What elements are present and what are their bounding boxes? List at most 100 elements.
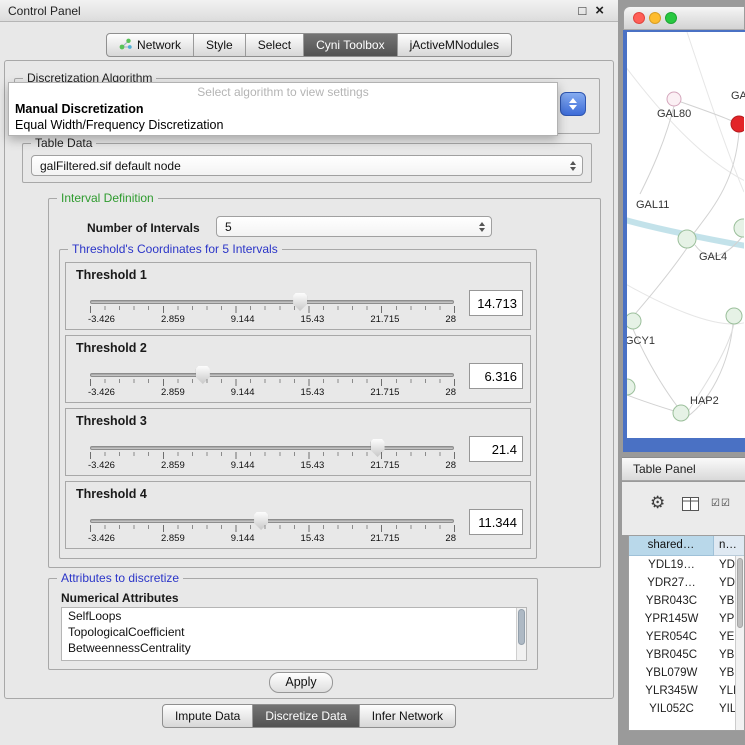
table-row[interactable]: YBR043CYBR0 [629, 592, 744, 610]
network-edges [627, 32, 744, 421]
tab-network[interactable]: Network [107, 34, 194, 56]
slider-track[interactable] [90, 373, 454, 377]
table-row[interactable]: YLR345WYLR3 [629, 682, 744, 700]
table-row[interactable]: YBL079WYBL0 [629, 664, 744, 682]
network-node-red[interactable] [731, 116, 744, 132]
stepper-down-icon [569, 105, 577, 110]
algorithm-dropdown-popup: Select algorithm to view settings Manual… [8, 82, 558, 136]
tab-discretize-data[interactable]: Discretize Data [253, 705, 359, 727]
combo-stepper-icon [570, 161, 576, 171]
attribute-item-topologicalcoefficient[interactable]: TopologicalCoefficient [62, 624, 526, 640]
column-header-shared-name[interactable]: shared… [629, 536, 714, 556]
slider-track[interactable] [90, 519, 454, 523]
table-data-group: Table Data galFiltered.sif default node [22, 143, 592, 183]
apply-button[interactable]: Apply [269, 672, 333, 693]
slider-track[interactable] [90, 300, 454, 304]
tab-style[interactable]: Style [194, 34, 246, 56]
threshold-value-field[interactable]: 6.316 [469, 363, 523, 389]
cell-shared-name[interactable]: YDR27… [629, 574, 714, 592]
tick-label: 21.715 [370, 387, 399, 398]
mac-close-button[interactable] [633, 12, 645, 24]
network-canvas[interactable]: GAL80 GA GAL11 GAL4 GCY1 HAP2 [627, 32, 745, 438]
slider-tick-labels: -3.4262.8599.14415.4321.71528 [88, 460, 456, 471]
cell-shared-name[interactable]: YER054C [629, 628, 714, 646]
threshold-label: Threshold 1 [76, 268, 147, 282]
tab-label: Infer Network [372, 709, 443, 723]
cell-shared-name[interactable]: YBR043C [629, 592, 714, 610]
tab-label: Discretize Data [265, 709, 346, 723]
attribute-item-betweennesscentrality[interactable]: BetweennessCentrality [62, 640, 526, 656]
tick-label: -3.426 [88, 387, 115, 398]
table-row[interactable]: YDR27…YDR2 [629, 574, 744, 592]
list-scrollbar-thumb[interactable] [518, 609, 525, 645]
list-scrollbar[interactable] [516, 608, 526, 660]
table-row[interactable]: YBR045CYBR0 [629, 646, 744, 664]
network-node[interactable] [627, 379, 635, 395]
table-row[interactable]: YER054CYER0 [629, 628, 744, 646]
table-scrollbar-thumb[interactable] [737, 558, 743, 628]
tab-label: jActiveMNodules [410, 38, 499, 52]
cell-shared-name[interactable]: YBR045C [629, 646, 714, 664]
cell-shared-name[interactable]: YDL19… [629, 556, 714, 574]
control-panel-titlebar: Control Panel □ × [0, 0, 618, 22]
table-data-combobox[interactable]: galFiltered.sif default node [31, 155, 583, 176]
tick-label: 2.859 [161, 314, 185, 325]
tab-cyni-toolbox[interactable]: Cyni Toolbox [304, 34, 397, 56]
gear-icon[interactable]: ⚙ [650, 494, 665, 511]
network-node[interactable] [667, 92, 681, 106]
threshold-value-field[interactable]: 21.4 [469, 436, 523, 462]
attributes-group-label: Attributes to discretize [57, 571, 183, 585]
table-data-label: Table Data [31, 136, 96, 150]
numerical-attributes-list[interactable]: SelfLoopsTopologicalCoefficientBetweenne… [61, 607, 527, 661]
tab-jactivemnodules[interactable]: jActiveMNodules [398, 34, 511, 56]
cell-shared-name[interactable]: YPR145W [629, 610, 714, 628]
threshold-panel-3: Threshold 3-3.4262.8599.14415.4321.71528… [65, 408, 531, 476]
slider-tick-labels: -3.4262.8599.14415.4321.71528 [88, 533, 456, 544]
network-node[interactable] [726, 308, 742, 324]
table-panel-title: Table Panel [633, 462, 696, 476]
attribute-item-selfloops[interactable]: SelfLoops [62, 608, 526, 624]
algorithm-combo-stepper[interactable] [560, 92, 586, 116]
network-window: GAL80 GA GAL11 GAL4 GCY1 HAP2 [623, 6, 745, 452]
network-node[interactable] [678, 230, 696, 248]
table-scrollbar[interactable] [735, 556, 744, 730]
network-icon [119, 38, 132, 53]
number-of-intervals-combobox[interactable]: 5 [216, 216, 492, 237]
bottom-tabs-segment: Impute Data Discretize Data Infer Network [162, 704, 456, 728]
slider-major-ticks [90, 379, 455, 386]
dropdown-option-manual-discretization[interactable]: Manual Discretization [9, 101, 557, 117]
table-row[interactable]: YDL19…YDL1 [629, 556, 744, 574]
mac-minimize-button[interactable] [649, 12, 661, 24]
table-row[interactable]: YPR145WYPR1 [629, 610, 744, 628]
tab-infer-network[interactable]: Infer Network [360, 705, 455, 727]
checkboxes-icon[interactable]: ☑☑ [711, 498, 731, 509]
columns-icon[interactable] [682, 497, 699, 514]
node-label-gcy1: GCY1 [627, 335, 655, 347]
network-window-titlebar[interactable] [623, 6, 745, 30]
threshold-value-field[interactable]: 14.713 [469, 290, 523, 316]
column-header-name[interactable]: n… [714, 536, 744, 556]
mac-zoom-button[interactable] [665, 12, 677, 24]
tick-label: 2.859 [161, 460, 185, 471]
dropdown-option-equal-width-frequency-discretization[interactable]: Equal Width/Frequency Discretization [9, 117, 557, 133]
float-window-icon[interactable]: □ [578, 4, 586, 17]
close-icon[interactable]: × [595, 3, 604, 18]
interval-definition-group: Interval Definition Number of Intervals … [48, 198, 601, 568]
node-label-hap2: HAP2 [690, 395, 719, 407]
node-attribute-table: shared… n… YDL19…YDL1YDR27…YDR2YBR043CYB… [628, 535, 745, 731]
tick-label: 21.715 [370, 460, 399, 471]
tab-label: Impute Data [175, 709, 240, 723]
table-row[interactable]: YIL052CYIL0 [629, 700, 744, 718]
tab-impute-data[interactable]: Impute Data [163, 705, 253, 727]
tab-select[interactable]: Select [246, 34, 304, 56]
cell-shared-name[interactable]: YBL079W [629, 664, 714, 682]
cell-shared-name[interactable]: YLR345W [629, 682, 714, 700]
network-node[interactable] [627, 313, 641, 329]
cell-shared-name[interactable]: YIL052C [629, 700, 714, 718]
threshold-label: Threshold 2 [76, 341, 147, 355]
slider-track[interactable] [90, 446, 454, 450]
network-node[interactable] [734, 219, 744, 237]
tick-label: 15.43 [301, 460, 325, 471]
threshold-value-field[interactable]: 11.344 [469, 509, 523, 535]
network-node[interactable] [673, 405, 689, 421]
